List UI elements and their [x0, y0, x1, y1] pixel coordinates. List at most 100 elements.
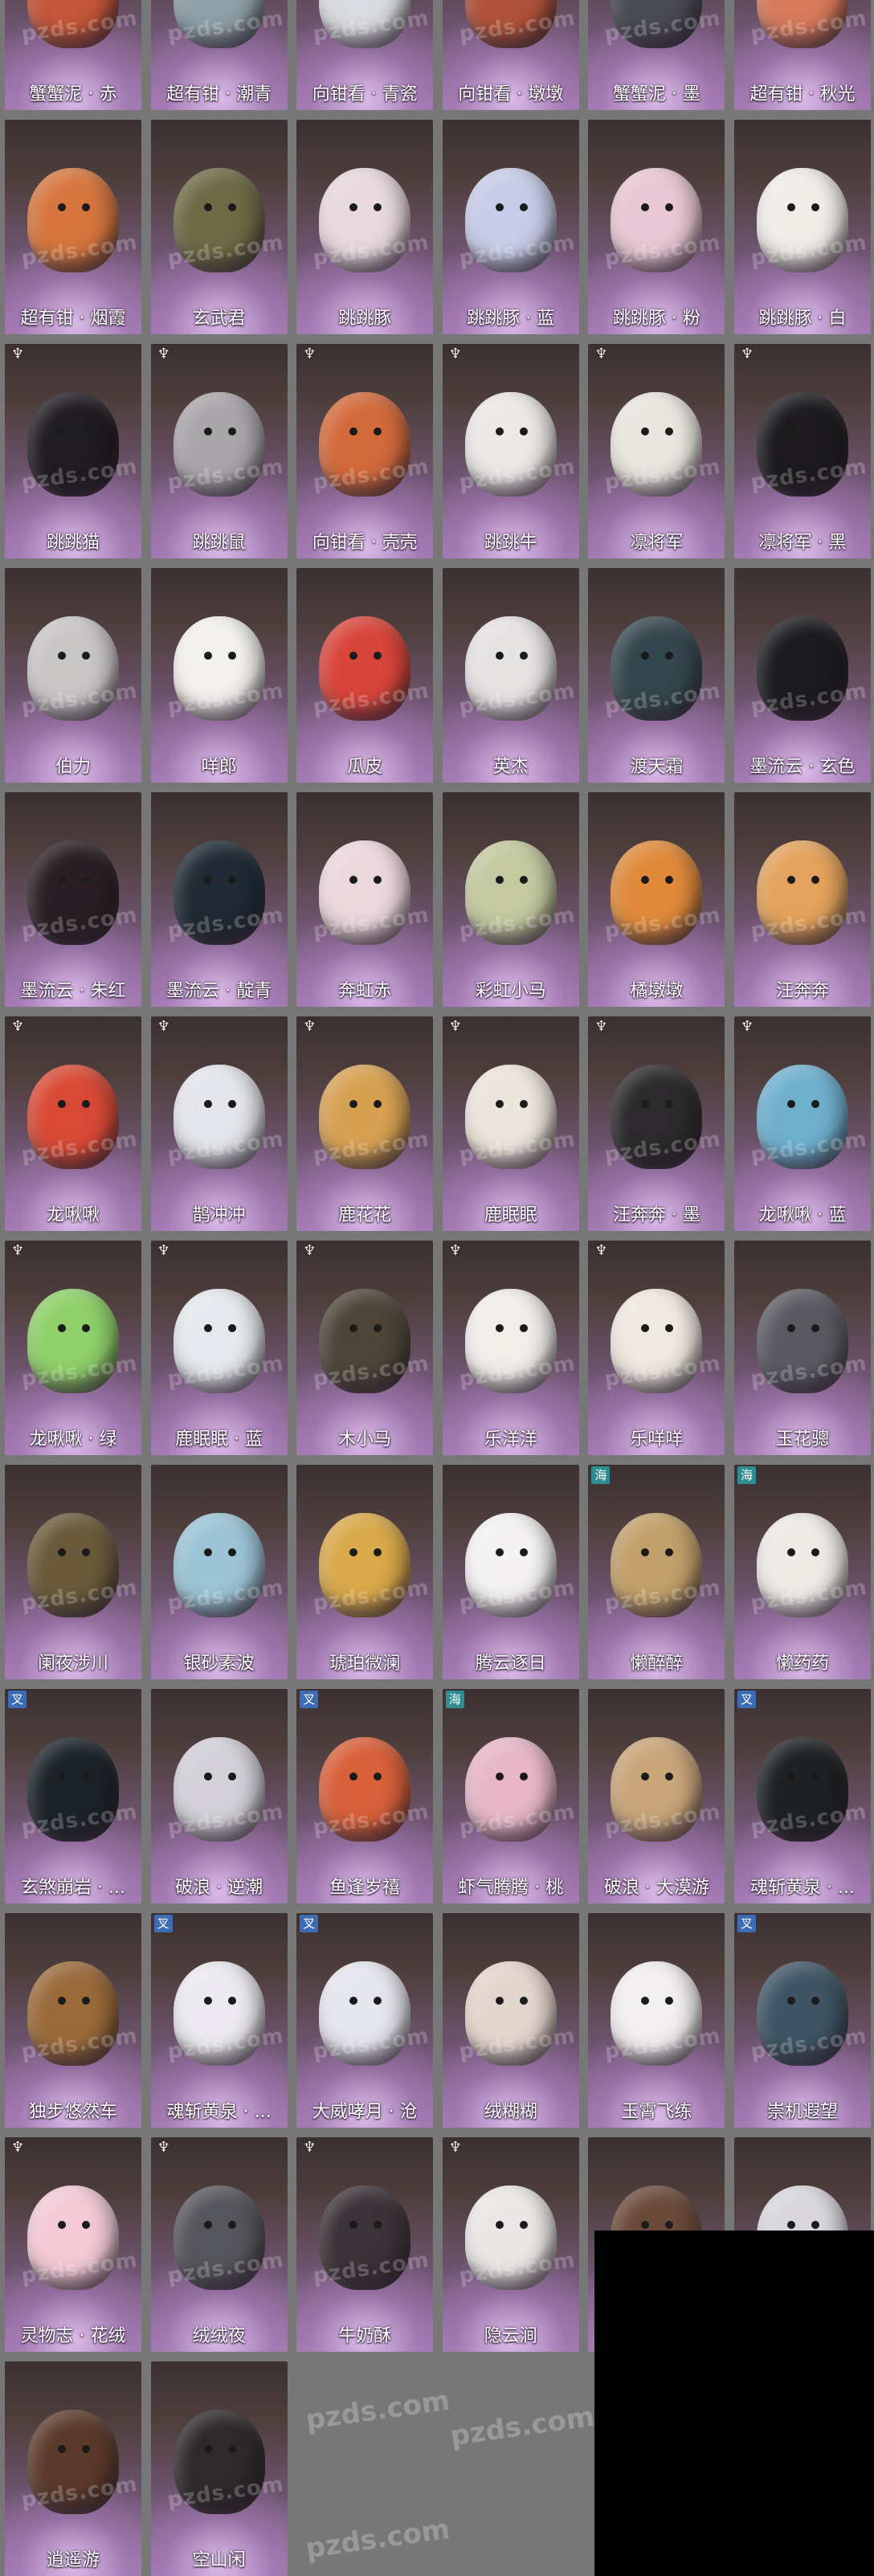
pet-eye [82, 203, 90, 211]
rarity-tag: ♆ [11, 1018, 25, 1035]
pet-card[interactable]: pzds.com ♆ 鹊冲冲 [150, 1016, 288, 1231]
pet-eye [82, 1324, 90, 1332]
pet-card[interactable]: pzds.com 叉玄煞崩岩 · ... [5, 1689, 141, 1903]
pet-eye [227, 876, 236, 884]
pet-card[interactable]: pzds.com 瓜皮 [296, 568, 434, 783]
pet-name: 魂斩黄泉 · ... [166, 2102, 272, 2122]
pet-card[interactable]: pzds.com ♆ 跳跳猫 [5, 344, 141, 558]
pet-card[interactable]: pzds.com 海懒醉醉 [588, 1465, 725, 1679]
pet-name: 蟹蟹泥 · 赤 [29, 84, 117, 104]
rarity-tag: ♆ [303, 1242, 317, 1259]
pet-card[interactable]: pzds.com 超有钳 · 烟霞 [5, 120, 141, 334]
pet-eye [58, 427, 66, 435]
pet-card[interactable]: pzds.com 墨流云 · 朱红 [5, 792, 141, 1007]
pet-eye [811, 1100, 819, 1108]
pet-card[interactable]: pzds.com 银砂素波 [150, 1465, 288, 1679]
pet-card[interactable]: pzds.com 跳跳豚 · 白 [734, 120, 871, 334]
rarity-tag: ♆ [11, 1242, 25, 1259]
pet-card[interactable]: pzds.com 汪奔奔 [734, 792, 871, 1007]
pet-card[interactable]: pzds.com 向钳看 · 青瓷 [296, 0, 434, 110]
rarity-tag: 叉 [737, 1691, 757, 1708]
pet-card[interactable]: pzds.com ♆ 鹿花花 [296, 1016, 434, 1231]
pet-card[interactable]: pzds.com 彩虹小马 [442, 792, 579, 1007]
pet-card[interactable]: pzds.com 海懒药药 [734, 1465, 871, 1679]
pet-card[interactable]: pzds.com ♆ 跳跳牛 [442, 344, 579, 558]
pet-card[interactable]: pzds.com 奔虹赤 [296, 792, 434, 1007]
pet-card[interactable]: pzds.com 橘墩墩 [588, 792, 725, 1007]
pet-card[interactable]: pzds.com 独步悠然车 [5, 1913, 141, 2128]
pet-card[interactable]: pzds.com 跳跳豚 [296, 120, 434, 334]
pet-card[interactable]: pzds.com ♆ 牛奶酥 [296, 2137, 434, 2352]
pet-card[interactable]: pzds.com ♆ 向钳看 · 壳壳 [296, 344, 434, 558]
pet-card[interactable]: pzds.com 叉魂斩黄泉 · ... [734, 1689, 871, 1903]
pet-card[interactable]: pzds.com 阑夜涉川 [5, 1465, 141, 1679]
pet-eye [82, 876, 90, 884]
pet-card[interactable]: pzds.com 英杰 [442, 568, 579, 783]
pet-card[interactable]: pzds.com 玉花骢 [734, 1241, 871, 1455]
pet-eye [227, 1100, 236, 1108]
pet-card[interactable]: pzds.com 叉大威哮月 · 沧 [296, 1913, 434, 2128]
pet-card[interactable]: pzds.com 墨流云 · 玄色 [734, 568, 871, 783]
pet-eye [82, 2445, 90, 2453]
pet-card[interactable]: pzds.com 叉魂斩黄泉 · ... [150, 1913, 288, 2128]
pet-eye [58, 652, 66, 660]
pet-eye [519, 876, 528, 884]
pet-card[interactable]: pzds.com 跳跳豚 · 粉 [588, 120, 725, 334]
pet-card[interactable]: pzds.com 破浪 · 大漠游 [588, 1689, 725, 1903]
pet-card[interactable]: pzds.com ♆ 隐云涧 [442, 2137, 579, 2352]
pet-card[interactable]: pzds.com 超有钳 · 潮青 [150, 0, 288, 110]
pet-name: 龙啾啾 · 绿 [29, 1429, 117, 1450]
pet-card[interactable]: pzds.com 渡天霜 [588, 568, 725, 783]
pet-card[interactable]: pzds.com 叉鱼逢岁禧 [296, 1689, 434, 1903]
pet-name: 虾气腾腾 · 桃 [458, 1878, 564, 1898]
pet-card[interactable]: pzds.com ♆ 凛将军 · 黑 [734, 344, 871, 558]
pet-name: 跳跳鼠 [192, 533, 246, 553]
pet-card[interactable]: pzds.com 咩郎 [150, 568, 288, 783]
pet-card[interactable]: pzds.com ♆ 龙啾啾 · 蓝 [734, 1016, 871, 1231]
pet-card[interactable]: pzds.com ♆ 木小马 [296, 1241, 434, 1455]
pet-card[interactable]: pzds.com 蟹蟹泥 · 赤 [5, 0, 141, 110]
pet-card[interactable]: pzds.com 超有钳 · 秋光 [734, 0, 871, 110]
pet-card[interactable]: pzds.com ♆ 跳跳鼠 [150, 344, 288, 558]
pet-card[interactable]: pzds.com 向钳看 · 墩墩 [442, 0, 579, 110]
pet-eye [519, 203, 528, 211]
pet-card[interactable]: pzds.com 绒糊糊 [442, 1913, 579, 2128]
pet-name: 鹿眠眠 [484, 1205, 537, 1225]
pet-name: 瓜皮 [347, 757, 383, 777]
pet-card[interactable]: pzds.com ♆ 龙啾啾 [5, 1016, 141, 1231]
pet-card[interactable]: pzds.com ♆ 鹿眠眠 [442, 1016, 579, 1231]
pet-card[interactable]: pzds.com 海虾气腾腾 · 桃 [442, 1689, 579, 1903]
pet-name: 破浪 · 大漠游 [603, 1878, 709, 1898]
pet-card[interactable]: pzds.com ♆ 乐咩咩 [588, 1241, 725, 1455]
rarity-tag: ♆ [303, 346, 317, 362]
pet-card[interactable]: pzds.com 腾云逐日 [442, 1465, 579, 1679]
pet-card[interactable]: pzds.com ♆ 灵物志 · 花绒 [5, 2137, 141, 2352]
pet-card[interactable]: pzds.com 空山闲 [150, 2361, 288, 2576]
pet-eye [227, 2445, 236, 2453]
pet-card[interactable]: pzds.com 墨流云 · 靛青 [150, 792, 288, 1007]
pet-eye [811, 427, 819, 435]
pet-card[interactable]: pzds.com 逍遥游 [5, 2361, 141, 2576]
pet-card[interactable]: pzds.com 伯力 [5, 568, 141, 783]
pet-card[interactable]: pzds.com 玉霄飞练 [588, 1913, 725, 2128]
pet-name: 崇机遐望 [766, 2102, 838, 2122]
pet-card[interactable]: pzds.com ♆ 绒绒夜 [150, 2137, 288, 2352]
pet-name: 超有钳 · 秋光 [749, 84, 856, 104]
pet-name: 玄煞崩岩 · ... [21, 1878, 125, 1898]
pet-card[interactable]: pzds.com ♆ 鹿眠眠 · 蓝 [150, 1241, 288, 1455]
pet-card[interactable]: pzds.com ♆ 汪奔奔 · 墨 [588, 1016, 725, 1231]
pet-name: 魂斩黄泉 · ... [750, 1878, 855, 1898]
pet-card[interactable]: pzds.com 玄武君 [150, 120, 288, 334]
pet-name: 龙啾啾 [46, 1205, 100, 1225]
pet-name: 腾云逐日 [475, 1654, 546, 1674]
pet-card[interactable]: pzds.com 破浪 · 逆潮 [150, 1689, 288, 1903]
pet-card[interactable]: pzds.com ♆ 凛将军 [588, 344, 725, 558]
pet-card[interactable]: pzds.com 跳跳豚 · 蓝 [442, 120, 579, 334]
pet-card[interactable]: pzds.com 叉崇机遐望 [734, 1913, 871, 2128]
rarity-tag: ♆ [448, 346, 462, 362]
pet-card[interactable]: pzds.com 琥珀微澜 [296, 1465, 434, 1679]
pet-card[interactable]: pzds.com ♆ 龙啾啾 · 绿 [5, 1241, 141, 1455]
pet-name: 绒绒夜 [192, 2326, 246, 2346]
pet-card[interactable]: pzds.com ♆ 乐洋洋 [442, 1241, 579, 1455]
pet-card[interactable]: pzds.com 蟹蟹泥 · 墨 [588, 0, 725, 110]
